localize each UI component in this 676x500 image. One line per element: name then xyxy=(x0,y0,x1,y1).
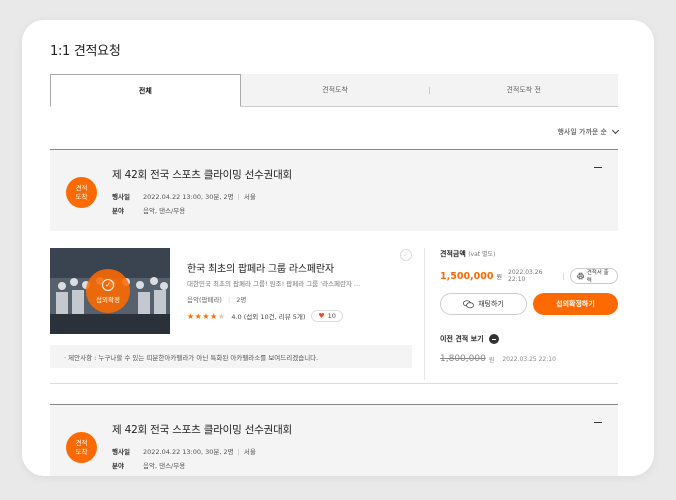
collapse-icon[interactable] xyxy=(594,167,602,168)
print-quote-label: 견적서 출력 xyxy=(586,270,609,284)
event-title: 제 42회 전국 스포츠 클라이밍 선수권대회 xyxy=(112,424,293,436)
event-field-value: 음악, 댄스/무용 xyxy=(143,207,186,215)
quote-amount: 1,500,000 xyxy=(440,270,494,282)
currency-label: 원 xyxy=(488,356,495,364)
event-date-label: 행사일 xyxy=(112,193,130,201)
divider xyxy=(50,383,618,384)
divider xyxy=(424,248,425,380)
status-badge-line: 도착 xyxy=(75,447,88,456)
previous-quote-row: 1,800,000 원 2022.03.25 22:10 xyxy=(440,354,556,364)
performer-description: 대한민국 최초의 팝페라 그룹! 원조! 팝페라 그룹 '라스페란자 ... xyxy=(187,280,361,288)
printer-icon xyxy=(576,272,584,280)
event-date-label: 행사일 xyxy=(112,448,130,456)
page-title: 1:1 견적요청 xyxy=(50,44,121,59)
quote-date: 2022.03.26 22:10 xyxy=(508,269,543,283)
status-badge: 견적 도착 xyxy=(66,177,97,208)
sort-select[interactable]: 행사일 가까운 순 xyxy=(557,126,620,137)
amount-row: 1,500,000 원 2022.03.26 22:10 견적서 출력 xyxy=(440,268,618,284)
chevron-down-icon xyxy=(611,126,620,135)
proposal-note: · 제안사항 : 누구나할 수 있는 띠분한아카펠라가 아닌 특화된 아카펠라소… xyxy=(50,345,412,368)
currency-label: 원 xyxy=(496,273,503,281)
collapse-icon[interactable] xyxy=(594,422,602,423)
event-date-value: 2022.04.22 13:00, 30분, 2명 | 서울 xyxy=(143,193,256,201)
collapse-icon xyxy=(488,334,499,344)
tab-all[interactable]: 전체 xyxy=(50,74,241,107)
event-field-label: 분야 xyxy=(112,207,124,215)
rating-text: 4.0 (섭외 10건, 리뷰 5개) xyxy=(231,313,306,321)
previous-amount: 1,800,000 xyxy=(440,354,486,364)
heart-icon: ♥ xyxy=(318,312,325,320)
like-button[interactable]: ♥ 10 xyxy=(311,310,343,322)
quote-item: ✓ 섭외확정 한국 최초의 팝페라 그룹 라스페란자 대한민국 최초의 팝페라 … xyxy=(50,248,618,384)
event-card: 견적 도착 제 42회 전국 스포츠 클라이밍 선수권대회 행사일 2022.0… xyxy=(50,149,618,231)
amount-label: 견적금액 (vat 별도) xyxy=(440,250,496,258)
previous-quote-toggle[interactable]: 이전 견적 보기 xyxy=(440,334,499,344)
event-date-row: 행사일 2022.04.22 13:00, 30분, 2명 | 서울 xyxy=(112,191,256,201)
filter-tabs: 전체 견적도착 견적도착 전 xyxy=(50,74,619,107)
event-field-row: 분야 음악, 댄스/무용 xyxy=(112,205,185,215)
chat-button[interactable]: 채팅하기 xyxy=(440,293,527,315)
star-rating: ★★★★★ xyxy=(187,311,226,321)
status-badge-line: 도착 xyxy=(75,192,88,201)
event-card: 견적 도착 제 42회 전국 스포츠 클라이밍 선수권대회 행사일 2022.0… xyxy=(50,404,618,476)
event-field-value: 음악, 댄스/무용 xyxy=(143,462,186,470)
confirmed-seal: ✓ 섭외확정 xyxy=(86,269,130,313)
previous-quote-label: 이전 견적 보기 xyxy=(440,335,484,343)
event-title: 제 42회 전국 스포츠 클라이밍 선수권대회 xyxy=(112,169,293,181)
performer-thumbnail[interactable]: ✓ 섭외확정 xyxy=(50,248,170,334)
chat-button-label: 채팅하기 xyxy=(478,300,504,308)
tab-quote-arrived[interactable]: 견적도착 xyxy=(240,74,430,106)
event-field-row: 분야 음악, 댄스/무용 xyxy=(112,460,185,470)
tab-quote-pending[interactable]: 견적도착 전 xyxy=(429,74,619,106)
confirmed-seal-label: 섭외확정 xyxy=(96,295,120,304)
status-badge: 견적 도착 xyxy=(66,432,97,463)
confirm-booking-button[interactable]: 섭외확정하기 xyxy=(533,293,618,315)
print-quote-button[interactable]: 견적서 출력 xyxy=(569,268,618,284)
check-icon: ✓ xyxy=(102,278,114,291)
select-checkbox[interactable]: ✓ xyxy=(400,249,412,261)
status-badge-line: 견적 xyxy=(75,183,88,192)
previous-quote-date: 2022.03.25 22:10 xyxy=(502,355,556,363)
chat-icon xyxy=(463,299,475,308)
status-badge-line: 견적 xyxy=(75,438,88,447)
rating-row: ★★★★★ 4.0 (섭외 10건, 리뷰 5개) ♥ 10 xyxy=(187,310,343,322)
action-buttons: 채팅하기 섭외확정하기 xyxy=(440,293,618,315)
quote-request-card: 1:1 견적요청 전체 견적도착 견적도착 전 행사일 가까운 순 견적 도착 … xyxy=(22,20,654,476)
event-field-label: 분야 xyxy=(112,462,124,470)
event-date-value: 2022.04.22 13:00, 30분, 2명 | 서울 xyxy=(143,448,256,456)
sort-label: 행사일 가까운 순 xyxy=(557,128,607,136)
performer-title[interactable]: 한국 최초의 팝페라 그룹 라스페란자 xyxy=(187,260,334,275)
performer-category: 음악(팝페라) | 2명 xyxy=(187,296,247,304)
divider xyxy=(562,272,564,280)
like-count: 10 xyxy=(327,312,336,320)
event-date-row: 행사일 2022.04.22 13:00, 30분, 2명 | 서울 xyxy=(112,446,256,456)
